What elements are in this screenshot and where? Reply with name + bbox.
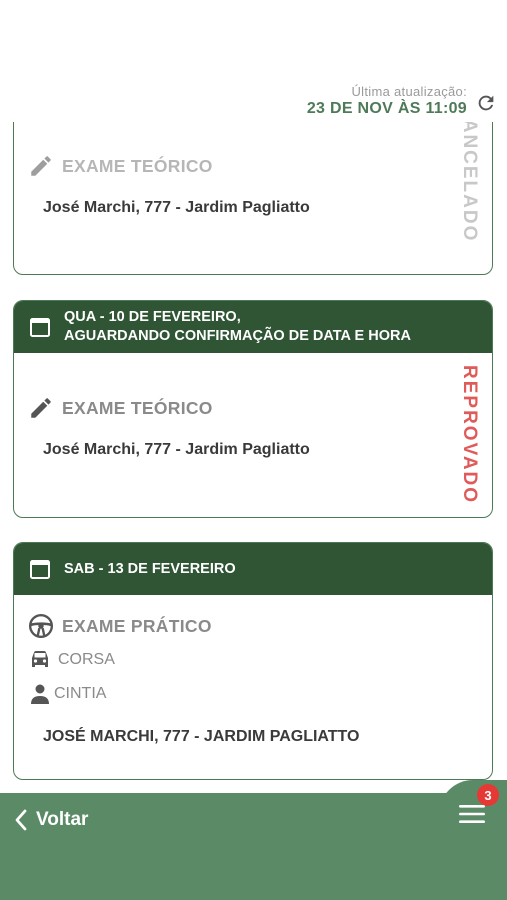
bottom-bar: Voltar	[0, 793, 507, 900]
card-header: SAB - 13 DE FEVEREIRO	[14, 543, 492, 595]
refresh-icon[interactable]	[475, 92, 497, 114]
exam-title-row: EXAME TEÓRICO	[28, 153, 213, 179]
vehicle-row: CORSA	[28, 649, 115, 671]
last-update-label: Última atualização:	[351, 84, 467, 99]
last-update: Última atualização: 23 DE NOV ÀS 11:09	[307, 84, 467, 118]
exam-address: JOSÉ MARCHI, 777 - JARDIM PAGLIATTO	[43, 728, 360, 745]
exam-card-pratico[interactable]: SAB - 13 DE FEVEREIRO EXAME PRÁTICO CORS…	[13, 542, 493, 780]
person-icon	[31, 684, 49, 704]
last-update-value: 23 DE NOV ÀS 11:09	[306, 100, 467, 117]
calendar-icon	[30, 318, 50, 337]
status-reprovado: REPROVADO	[459, 365, 480, 505]
steering-wheel-icon	[28, 613, 54, 639]
vehicle-name: CORSA	[58, 651, 115, 668]
card-date-note: AGUARDANDO CONFIRMAÇÃO DE DATA E HORA	[64, 328, 411, 344]
exam-address: José Marchi, 777 - Jardim Pagliatto	[43, 199, 310, 216]
card-date: SAB - 13 DE FEVEREIRO	[64, 561, 236, 577]
chevron-left-icon	[15, 809, 27, 831]
card-header: QUA - 10 DE FEVEREIRO, AGUARDANDO CONFIR…	[14, 301, 492, 353]
exam-title-row: EXAME TEÓRICO	[28, 395, 213, 421]
status-cancelado: CANCELADO	[459, 122, 480, 243]
hamburger-menu-icon[interactable]	[457, 803, 487, 825]
instructor-name: CINTIA	[54, 685, 107, 702]
card-date: QUA - 10 DE FEVEREIRO,	[64, 309, 241, 325]
exam-title: EXAME TEÓRICO	[62, 155, 213, 176]
exam-address: José Marchi, 777 - Jardim Pagliatto	[43, 441, 310, 458]
exam-card-cancelled[interactable]: EXAME TEÓRICO José Marchi, 777 - Jardim …	[13, 122, 493, 275]
exam-title: EXAME PRÁTICO	[62, 615, 212, 636]
pencil-icon	[31, 398, 51, 418]
exam-title-row: EXAME PRÁTICO	[28, 613, 212, 639]
notification-badge: 3	[477, 784, 499, 806]
pencil-icon	[31, 156, 51, 176]
exam-title: EXAME TEÓRICO	[62, 397, 213, 418]
back-label: Voltar	[36, 809, 89, 830]
calendar-icon	[30, 560, 50, 579]
back-button[interactable]: Voltar	[14, 809, 88, 831]
car-icon	[32, 651, 48, 667]
exam-list[interactable]: EXAME TEÓRICO José Marchi, 777 - Jardim …	[0, 122, 507, 794]
exam-card-reprovado[interactable]: QUA - 10 DE FEVEREIRO, AGUARDANDO CONFIR…	[13, 300, 493, 518]
instructor-row: CINTIA	[28, 683, 106, 705]
